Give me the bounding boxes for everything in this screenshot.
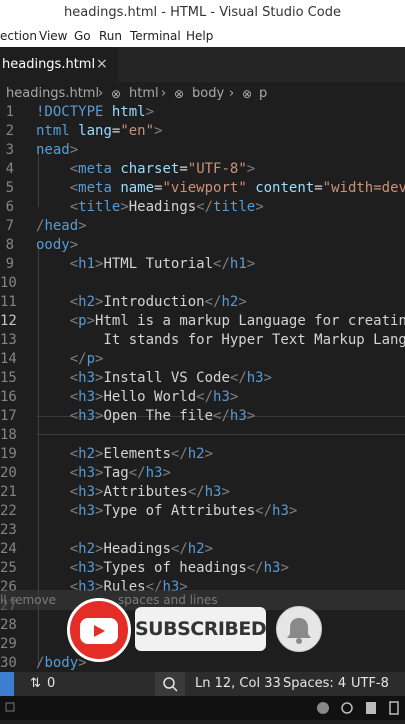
notification-bell-icon[interactable] bbox=[276, 606, 322, 652]
line-number: 2 bbox=[5, 123, 14, 139]
code-line: It stands for Hyper Text Markup Langu bbox=[36, 332, 405, 348]
tab-headings-html[interactable]: headings.html × bbox=[0, 47, 118, 82]
indentation[interactable]: Spaces: 4 bbox=[283, 672, 346, 696]
close-icon[interactable]: × bbox=[96, 47, 108, 82]
menu-go[interactable]: Go bbox=[74, 29, 91, 43]
code-line: <h3>Attributes</h3> bbox=[69, 484, 230, 500]
line-number: 11 bbox=[0, 294, 17, 310]
tab-label: headings.html bbox=[2, 57, 96, 72]
code-line: <h3>Install VS Code</h3> bbox=[69, 370, 273, 386]
breadcrumb-html[interactable]: html bbox=[129, 83, 159, 105]
line-number: 5 bbox=[5, 180, 14, 196]
subscribe-button[interactable]: SUBSCRIBED bbox=[135, 607, 267, 651]
breadcrumb: headings.html › ⊗ html › ⊗ body › ⊗ p bbox=[0, 83, 405, 105]
youtube-logo-icon bbox=[67, 598, 131, 662]
html-element-icon: ⊗ bbox=[242, 87, 253, 101]
code-line: <p>Html is a markup Language for creatin… bbox=[69, 313, 405, 329]
line-number: 21 bbox=[0, 484, 17, 500]
code-line: !DOCTYPE html> bbox=[36, 104, 155, 120]
line-number: 22 bbox=[0, 503, 17, 519]
code-line: <meta charset="UTF-8"> bbox=[69, 161, 256, 177]
code-line: <h2>Headings</h2> bbox=[69, 541, 214, 557]
line-number: 20 bbox=[0, 465, 17, 481]
code-line: ntml lang="en"> bbox=[36, 123, 163, 139]
code-line: </p> bbox=[69, 351, 104, 367]
line-number: 14 bbox=[0, 351, 17, 367]
code-line: /head> bbox=[36, 218, 87, 234]
menu-run[interactable]: Run bbox=[99, 29, 122, 43]
menu-bar: ection View Go Run Terminal Help bbox=[0, 25, 405, 48]
menu-terminal[interactable]: Terminal bbox=[130, 29, 181, 43]
line-number: 18 bbox=[0, 427, 17, 443]
menu-help[interactable]: Help bbox=[186, 29, 213, 43]
line-number: 1 bbox=[5, 104, 14, 120]
code-line: oody> bbox=[36, 237, 79, 253]
line-number: 15 bbox=[0, 370, 17, 386]
code-line: <h2>Introduction</h2> bbox=[69, 294, 247, 310]
line-number: 23 bbox=[0, 522, 17, 538]
tray-icons bbox=[5, 701, 399, 715]
breadcrumb-separator: › bbox=[229, 86, 235, 101]
html-element-icon: ⊗ bbox=[111, 87, 122, 101]
code-line: <h3>Open The file</h3> bbox=[69, 408, 256, 424]
line-number: 7 bbox=[5, 218, 14, 234]
line-number: 28 bbox=[0, 617, 17, 633]
breadcrumb-separator: › bbox=[161, 86, 167, 101]
code-line: <h3>Hello World</h3> bbox=[69, 389, 239, 405]
line-number: 6 bbox=[5, 199, 14, 215]
code-line: <h2>Elements</h2> bbox=[69, 446, 214, 462]
code-line: <title>Headings</title> bbox=[69, 199, 264, 215]
code-line: nead> bbox=[36, 142, 79, 158]
hint-left: ll remove bbox=[0, 593, 57, 607]
line-number: 17 bbox=[0, 408, 17, 424]
line-number: 9 bbox=[5, 256, 14, 272]
code-line: <h1>HTML Tutorial</h1> bbox=[69, 256, 256, 272]
status-bar: ⇅ 0 Ln 12, Col 33 Spaces: 4 UTF-8 bbox=[0, 672, 405, 696]
sync-icon[interactable]: ⇅ bbox=[30, 672, 41, 696]
taskbar bbox=[0, 696, 405, 720]
breadcrumb-separator: › bbox=[98, 86, 104, 101]
remote-icon[interactable] bbox=[0, 672, 14, 696]
line-number: 13 bbox=[0, 332, 17, 348]
cursor-position[interactable]: Ln 12, Col 33 bbox=[195, 672, 281, 696]
html-element-icon: ⊗ bbox=[174, 87, 185, 101]
editor-tab-bar: headings.html × bbox=[0, 47, 405, 82]
breadcrumb-p[interactable]: p bbox=[259, 83, 267, 105]
window-title: headings.html - HTML - Visual Studio Cod… bbox=[0, 0, 405, 25]
line-number: 4 bbox=[5, 161, 14, 177]
line-number: 24 bbox=[0, 541, 17, 557]
breadcrumb-body[interactable]: body bbox=[192, 83, 224, 105]
breadcrumb-file[interactable]: headings.html bbox=[6, 83, 99, 105]
menu-view[interactable]: View bbox=[39, 29, 67, 43]
zoom-icon[interactable] bbox=[155, 672, 185, 696]
line-number: 19 bbox=[0, 446, 17, 462]
problems-count[interactable]: 0 bbox=[47, 672, 55, 696]
encoding[interactable]: UTF-8 bbox=[351, 672, 389, 696]
code-line: /body> bbox=[36, 655, 87, 671]
line-number: 30 bbox=[0, 655, 17, 671]
code-line: <h3>Tag</h3> bbox=[69, 465, 171, 481]
menu-selection[interactable]: ection bbox=[0, 29, 37, 43]
line-number: 16 bbox=[0, 389, 17, 405]
code-line: <h3>Types of headings</h3> bbox=[69, 560, 289, 576]
line-number: 12 bbox=[0, 313, 17, 329]
line-number: 10 bbox=[0, 275, 17, 291]
line-number: 3 bbox=[5, 142, 14, 158]
line-number: 8 bbox=[5, 237, 14, 253]
line-number: 29 bbox=[0, 636, 17, 652]
line-number: 25 bbox=[0, 560, 17, 576]
code-line: <meta name="viewport" content="width=dev… bbox=[69, 180, 405, 196]
code-line: <h3>Type of Attributes</h3> bbox=[69, 503, 298, 519]
